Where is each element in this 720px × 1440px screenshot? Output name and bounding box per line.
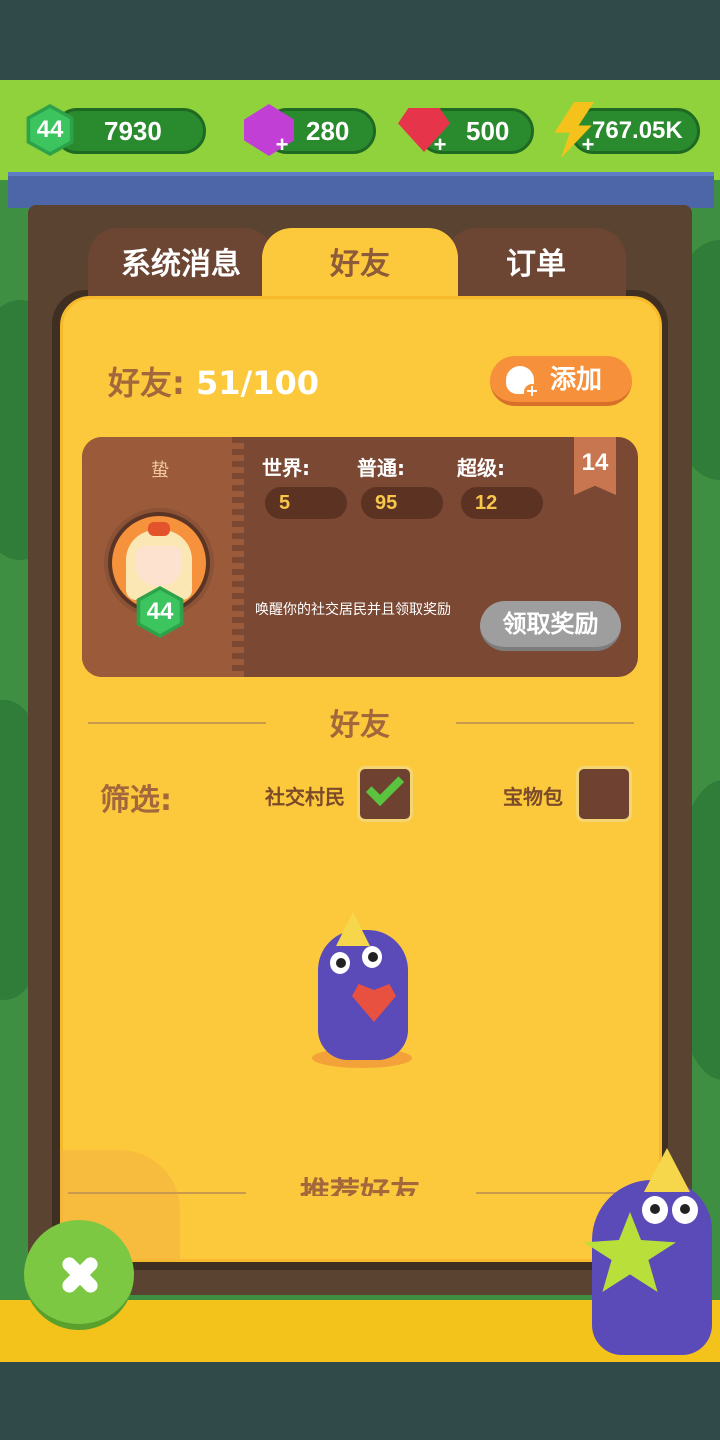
- recommend-divider-left: [68, 1192, 246, 1194]
- friends-count: 好友: 51/100: [108, 358, 319, 404]
- bottom-band: [0, 1362, 720, 1440]
- red-gem-counter[interactable]: + 500: [398, 108, 534, 157]
- monster-eye: [330, 952, 350, 974]
- monster-eye: [362, 946, 382, 968]
- filter-label: 筛选:: [100, 783, 172, 818]
- level-counter[interactable]: 44 7930: [24, 104, 206, 156]
- claim-reward-button[interactable]: 领取奖励: [480, 601, 621, 651]
- recommend-friends-title: 推荐好友: [300, 1176, 420, 1196]
- friends-count-label: 好友:: [108, 364, 185, 402]
- tab-orders[interactable]: 订单: [446, 228, 626, 302]
- filter-treasure-label: 宝物包: [503, 785, 563, 809]
- purple-gem-value: 280: [306, 116, 350, 146]
- coins-value: 7930: [104, 116, 162, 146]
- add-person-icon: [506, 366, 540, 400]
- friends-section-title: 好友: [330, 708, 390, 743]
- corner-monster-eye: [672, 1196, 698, 1224]
- energy-value: 767.05K: [592, 117, 683, 144]
- add-friend-label: 添加: [550, 365, 603, 395]
- add-friend-button[interactable]: 添加: [490, 356, 632, 406]
- divider-left: [88, 722, 266, 724]
- divider-right: [456, 722, 634, 724]
- plus-icon: +: [275, 132, 289, 157]
- stat-normal-value: 95: [361, 487, 443, 519]
- profile-name: 蛰: [151, 460, 169, 481]
- stat-world-label: 世界:: [262, 456, 310, 480]
- friends-count-value: 51/100: [195, 364, 319, 402]
- filter-treasure-checkbox[interactable]: [576, 766, 632, 822]
- corner-monster-eye: [642, 1196, 668, 1224]
- red-gem-value: 500: [466, 116, 510, 146]
- stat-super-label: 超级:: [457, 456, 505, 480]
- top-band: [0, 0, 720, 80]
- plus-icon: +: [433, 132, 447, 157]
- reward-message: 唤醒你的社交居民并且领取奖励: [255, 602, 451, 618]
- close-button[interactable]: [24, 1220, 134, 1330]
- board-rail: [8, 172, 714, 208]
- filter-social-villager-checkbox[interactable]: [357, 766, 413, 822]
- purple-gem-counter[interactable]: + 280: [244, 104, 376, 157]
- stat-normal-label: 普通:: [357, 456, 405, 480]
- tab-friends[interactable]: 好友: [262, 228, 458, 302]
- stat-world-value: 5: [265, 487, 347, 519]
- tab-system-messages[interactable]: 系统消息: [88, 228, 274, 302]
- energy-counter[interactable]: + 767.05K: [550, 102, 700, 158]
- checkmark-icon: [365, 767, 405, 807]
- stat-super-value: 12: [461, 487, 543, 519]
- filter-social-villager-label: 社交村民: [265, 785, 345, 809]
